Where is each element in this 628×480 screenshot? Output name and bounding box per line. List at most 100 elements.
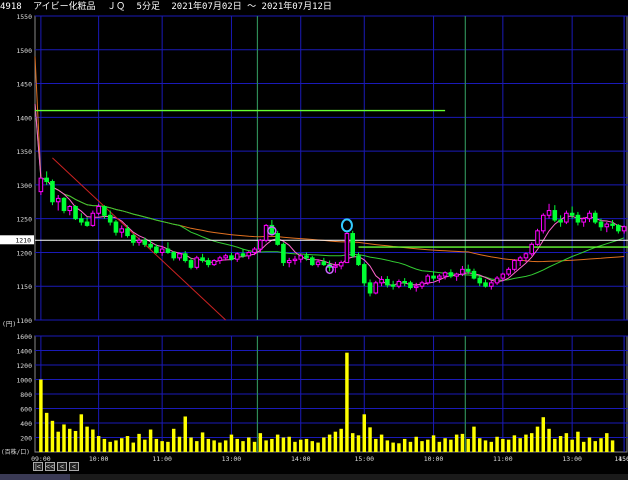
candle-body [142, 239, 148, 245]
candle-body [234, 253, 240, 260]
volume-bar [570, 439, 574, 452]
price-tick-label: 1100 [16, 317, 32, 325]
volume-bar [235, 438, 239, 452]
candle-body [512, 260, 517, 270]
volume-tick-label: 800 [20, 391, 32, 399]
volume-tick-label: 600 [20, 406, 32, 414]
time-tick-label: 15: [618, 455, 628, 463]
volume-bar [345, 352, 349, 452]
volume-bar [125, 436, 130, 452]
volume-bar [414, 436, 418, 452]
candle-body [73, 206, 78, 220]
candle-body [84, 221, 90, 226]
candle-body [431, 275, 436, 279]
price-tick-label: 1250 [16, 216, 32, 224]
candle-body [569, 212, 575, 216]
candle-body [425, 275, 431, 284]
candle-body [361, 264, 367, 284]
candle-body [587, 212, 592, 220]
nav-next-button[interactable]: < [69, 462, 79, 471]
volume-bar [483, 440, 488, 452]
price-tick-label: 1550 [16, 13, 32, 21]
candle-body [258, 239, 263, 250]
time-tick-label: 13:00 [562, 455, 582, 463]
candle-body [592, 212, 598, 223]
candle-body [610, 223, 615, 226]
volume-bar [524, 434, 528, 452]
candle-body [177, 253, 182, 259]
price-tick-label: 1150 [16, 283, 32, 291]
volume-bar [131, 442, 136, 452]
time-tick-label: 11:00 [493, 455, 513, 463]
volume-bar [501, 438, 505, 452]
volume-bar [68, 428, 72, 452]
candle-body [315, 261, 321, 266]
candle-body [182, 253, 188, 262]
volume-bar [247, 437, 251, 452]
volume-bar [293, 441, 297, 452]
price-tick-label: 1500 [16, 47, 32, 55]
candle-body [223, 255, 228, 259]
candle-body [304, 255, 309, 259]
volume-bar [449, 439, 453, 452]
volume-bar [420, 441, 424, 452]
current-price-value: 1210 [15, 236, 31, 244]
ma-mid-line [34, 103, 625, 281]
volume-bar [599, 438, 603, 452]
candle-body [252, 248, 257, 253]
volume-bar [39, 379, 43, 452]
candle-body [344, 233, 350, 264]
volume-unit-label: (百株/口) [1, 448, 30, 456]
candle-body [298, 255, 304, 260]
volume-bar [44, 412, 49, 452]
volume-bar [154, 438, 159, 452]
candle-body [373, 282, 379, 294]
bottom-tab[interactable] [0, 474, 70, 480]
candle-body [616, 224, 621, 232]
candle-body [350, 233, 356, 257]
volume-bar [472, 426, 476, 452]
volume-bar [275, 434, 280, 452]
candle-body [621, 226, 627, 232]
volume-bar [391, 442, 395, 452]
candle-body [408, 282, 413, 289]
volume-bar [148, 429, 153, 452]
volume-bar [581, 441, 586, 452]
nav-prev-button[interactable]: < [57, 462, 67, 471]
volume-bar [229, 434, 234, 452]
candle-body [489, 282, 494, 287]
price-unit-label: (円) [2, 320, 16, 328]
candle-body [148, 243, 153, 248]
candle-body [263, 224, 269, 241]
candle-body [402, 280, 407, 284]
candle-body [125, 228, 130, 237]
volume-bar [437, 441, 442, 452]
volume-bar [333, 431, 338, 452]
volume-bar [299, 439, 303, 452]
candle-body [96, 206, 101, 214]
volume-bar [241, 441, 245, 452]
candle-body [113, 221, 119, 233]
price-tick-label: 1450 [16, 81, 32, 89]
candle-body [55, 197, 61, 203]
volume-bar [327, 434, 332, 452]
volume-bar [529, 433, 534, 452]
volume-bar [541, 417, 546, 452]
candle-body [598, 221, 604, 228]
nav-prev-page-button[interactable]: << [45, 462, 55, 471]
volume-bar [322, 437, 326, 452]
volume-bar [605, 433, 609, 452]
volume-bar [85, 426, 89, 452]
candle-body [333, 265, 338, 268]
volume-bar [362, 414, 366, 452]
volume-bar [119, 438, 124, 452]
volume-bar [506, 439, 511, 452]
time-tick-label: 14:00 [291, 455, 311, 463]
volume-bar [183, 416, 187, 452]
nav-first-button[interactable]: |< [33, 462, 43, 471]
candle-body [575, 214, 581, 223]
volume-bar [587, 437, 592, 452]
candle-body [465, 268, 471, 272]
volume-tick-label: 1600 [16, 333, 32, 341]
volume-bar [466, 438, 470, 452]
